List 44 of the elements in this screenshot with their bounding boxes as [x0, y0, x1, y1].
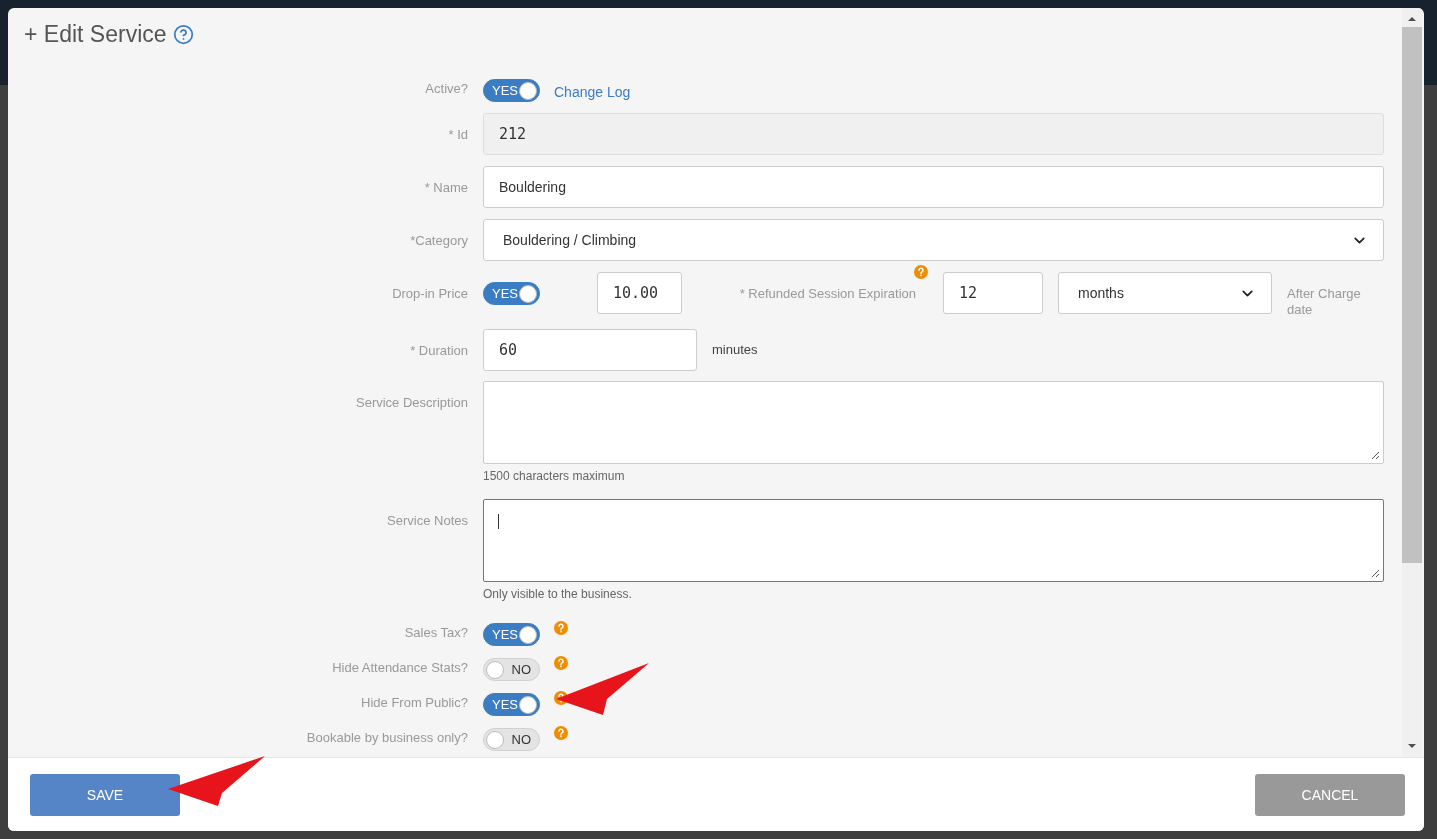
field-label: * Id: [447, 126, 468, 142]
price-field[interactable]: 10.00: [597, 272, 682, 314]
field-label: Drop-in Price: [391, 285, 468, 301]
toggle-switch[interactable]: NO: [483, 728, 540, 752]
help-icon[interactable]: [554, 725, 568, 740]
field-label: Active?: [424, 80, 468, 96]
hint-text: 1500 characters maximum: [483, 469, 626, 484]
dialog-title: + Edit Service: [24, 20, 167, 48]
text-area[interactable]: [483, 499, 1384, 583]
scroll-down-icon[interactable]: [1407, 742, 1417, 750]
field-label: Service Notes: [386, 512, 468, 529]
expiration-field[interactable]: 12: [943, 272, 1043, 314]
hint-text: Only visible to the business.: [483, 587, 633, 602]
resize-grip-icon: [1371, 451, 1380, 461]
save-button[interactable]: SAVE: [30, 773, 180, 816]
field-label: * Name: [423, 179, 468, 195]
toggle-switch[interactable]: YES: [483, 693, 540, 717]
toggle-switch[interactable]: YES: [483, 623, 540, 647]
category-select[interactable]: Bouldering / Climbing: [483, 219, 1384, 261]
toggle-switch[interactable]: NO: [483, 658, 540, 682]
toggle-switch[interactable]: YES: [483, 79, 540, 102]
help-icon[interactable]: [172, 23, 194, 45]
help-icon[interactable]: [554, 620, 568, 635]
help-icon[interactable]: [914, 265, 928, 279]
scroll-up-icon[interactable]: [1407, 15, 1417, 23]
change-log-link[interactable]: Change Log: [554, 81, 631, 100]
scrollbar[interactable]: [1402, 8, 1422, 757]
toggle-switch[interactable]: YES: [483, 282, 540, 305]
duration-field[interactable]: 60: [483, 329, 697, 372]
field-label: Sales Tax?: [403, 624, 468, 641]
name-field[interactable]: Bouldering: [483, 166, 1384, 208]
resize-grip-icon: [1371, 569, 1380, 579]
unit-select[interactable]: months: [1058, 272, 1272, 314]
field-label: * Duration: [409, 342, 468, 359]
field-label: Bookable by business only?: [305, 729, 468, 746]
after-charge-text: After Charge date: [1287, 285, 1362, 318]
minutes-text: minutes: [712, 341, 758, 358]
field-label: Service Description: [355, 394, 468, 411]
id-field: 212: [483, 113, 1384, 155]
field-label: Hide Attendance Stats?: [331, 659, 468, 676]
help-icon[interactable]: [554, 655, 568, 670]
field-label: Hide From Public?: [360, 694, 468, 711]
field-label: *Category: [409, 232, 468, 248]
field-label: * Refunded Session Expiration: [738, 285, 916, 301]
